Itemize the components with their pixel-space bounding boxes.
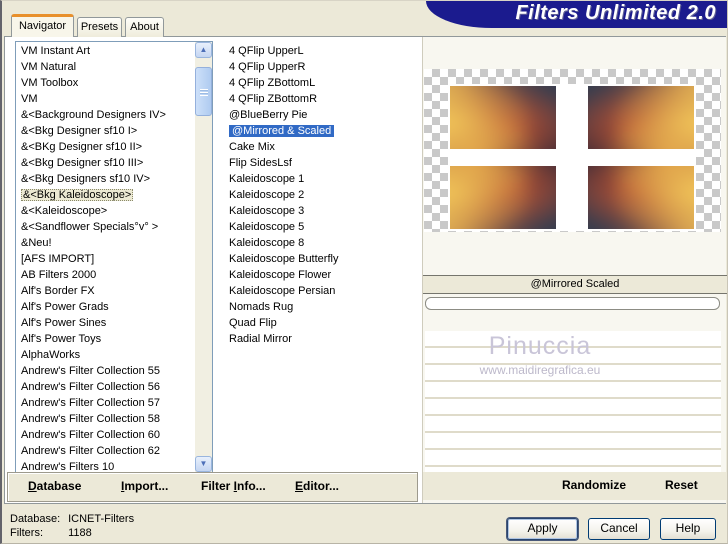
preview-tile-top-right bbox=[588, 86, 694, 149]
tab-navigator[interactable]: Navigator bbox=[11, 14, 74, 37]
filter-item[interactable]: Kaleidoscope Flower bbox=[220, 267, 417, 283]
category-item[interactable]: Alf's Power Toys bbox=[16, 331, 195, 347]
watermark-name: Pinuccia bbox=[488, 332, 592, 360]
filter-item[interactable]: 4 QFlip ZBottomL bbox=[220, 75, 417, 91]
reset-button[interactable]: Reset bbox=[665, 478, 698, 492]
filter-item[interactable]: Radial Mirror bbox=[220, 331, 417, 347]
category-item[interactable]: VM Natural bbox=[16, 59, 195, 75]
preview-tile-top-left bbox=[450, 86, 556, 149]
category-item[interactable]: VM Toolbox bbox=[16, 75, 195, 91]
category-item[interactable]: AB Filters 2000 bbox=[16, 267, 195, 283]
filter-item[interactable]: 4 QFlip UpperL bbox=[220, 43, 417, 59]
filter-item[interactable]: Kaleidoscope Butterfly bbox=[220, 251, 417, 267]
category-item[interactable]: Andrew's Filter Collection 57 bbox=[16, 395, 195, 411]
preview-checkerboard bbox=[424, 69, 721, 232]
status-database-value: ICNET-Filters bbox=[68, 513, 135, 525]
filter-item[interactable]: 4 QFlip ZBottomR bbox=[220, 91, 417, 107]
scroll-up-icon[interactable]: ▲ bbox=[195, 42, 212, 58]
scrollbar-grip-icon bbox=[200, 89, 208, 96]
tab-presets[interactable]: Presets bbox=[77, 17, 122, 37]
category-item[interactable]: Alf's Power Sines bbox=[16, 315, 195, 331]
preview-actions-row: Randomize Reset bbox=[423, 472, 727, 500]
filter-item[interactable]: @BlueBerry Pie bbox=[220, 107, 417, 123]
category-item[interactable]: Alf's Power Grads bbox=[16, 299, 195, 315]
menu-database-button[interactable]: Database bbox=[28, 479, 81, 493]
filter-item[interactable]: Nomads Rug bbox=[220, 299, 417, 315]
filter-item[interactable]: Kaleidoscope Persian bbox=[220, 283, 417, 299]
title-banner: Filters Unlimited 2.0 bbox=[426, 1, 727, 28]
category-item[interactable]: &<Bkg Designer sf10 III> bbox=[16, 155, 195, 171]
filter-item[interactable]: Kaleidoscope 2 bbox=[220, 187, 417, 203]
category-item[interactable]: Alf's Border FX bbox=[16, 283, 195, 299]
menu-filter-info-button[interactable]: Filter Info... bbox=[201, 479, 266, 493]
window-title: Filters Unlimited 2.0 bbox=[515, 2, 716, 24]
filter-item[interactable]: Quad Flip bbox=[220, 315, 417, 331]
filter-list: 4 QFlip UpperL 4 QFlip UpperR 4 QFlip ZB… bbox=[220, 41, 417, 475]
status-block: Database: ICNET-Filters Filters: 1188 bbox=[10, 512, 134, 540]
progress-bar bbox=[425, 297, 720, 310]
category-item[interactable]: &<Kaleidoscope> bbox=[16, 203, 195, 219]
category-item[interactable]: VM Instant Art bbox=[16, 43, 195, 59]
filter-item[interactable]: 4 QFlip UpperR bbox=[220, 59, 417, 75]
category-item[interactable]: &<Sandflower Specials°v° > bbox=[16, 219, 195, 235]
category-item-selected[interactable]: &<Bkg Kaleidoscope> bbox=[16, 187, 195, 203]
tab-about[interactable]: About bbox=[125, 17, 164, 37]
status-filters-label: Filters: bbox=[10, 527, 43, 539]
category-listbox: VM Instant Art VM Natural VM Toolbox VM … bbox=[15, 41, 213, 473]
help-button[interactable]: Help bbox=[660, 518, 716, 540]
category-scrollbar[interactable]: ▲ ▼ bbox=[195, 42, 212, 472]
cancel-button[interactable]: Cancel bbox=[588, 518, 650, 540]
filter-item[interactable]: Kaleidoscope 8 bbox=[220, 235, 417, 251]
category-item[interactable]: &<Bkg Designers sf10 IV> bbox=[16, 171, 195, 187]
filters-unlimited-dialog: Filters Unlimited 2.0 Navigator Presets … bbox=[0, 0, 728, 544]
scroll-down-icon[interactable]: ▼ bbox=[195, 456, 212, 472]
filter-item[interactable]: Cake Mix bbox=[220, 139, 417, 155]
scrollbar-thumb[interactable] bbox=[195, 67, 212, 116]
watermark-site: www.maidiregrafica.eu bbox=[479, 363, 601, 377]
preview-tile-bottom-left bbox=[450, 166, 556, 229]
category-item[interactable]: [AFS IMPORT] bbox=[16, 251, 195, 267]
status-database-label: Database: bbox=[10, 513, 61, 525]
category-item[interactable]: &Neu! bbox=[16, 235, 195, 251]
watermark: Pinuccia www.maidiregrafica.eu bbox=[425, 332, 655, 377]
parameters-area: Pinuccia www.maidiregrafica.eu bbox=[425, 331, 721, 472]
status-filters-value: 1188 bbox=[68, 527, 92, 539]
category-item[interactable]: AlphaWorks bbox=[16, 347, 195, 363]
category-item[interactable]: &<BKg Designer sf10 II> bbox=[16, 139, 195, 155]
apply-button[interactable]: Apply bbox=[507, 518, 578, 540]
filter-item[interactable]: Kaleidoscope 3 bbox=[220, 203, 417, 219]
preview-tile-bottom-right bbox=[588, 166, 694, 229]
preview-image bbox=[448, 84, 696, 231]
category-item[interactable]: &<Background Designers IV> bbox=[16, 107, 195, 123]
filter-item[interactable]: Flip SidesLsf bbox=[220, 155, 417, 171]
menu-import-button[interactable]: Import... bbox=[121, 479, 168, 493]
category-list: VM Instant Art VM Natural VM Toolbox VM … bbox=[16, 42, 195, 475]
category-item[interactable]: Andrew's Filter Collection 56 bbox=[16, 379, 195, 395]
menu-editor-button[interactable]: Editor... bbox=[295, 479, 339, 493]
filter-item-selected[interactable]: @Mirrored & Scaled bbox=[220, 123, 417, 139]
category-item[interactable]: VM bbox=[16, 91, 195, 107]
category-item[interactable]: Andrew's Filter Collection 58 bbox=[16, 411, 195, 427]
category-item[interactable]: Andrew's Filter Collection 60 bbox=[16, 427, 195, 443]
category-item[interactable]: Andrew's Filter Collection 55 bbox=[16, 363, 195, 379]
randomize-button[interactable]: Randomize bbox=[562, 478, 626, 492]
filter-item[interactable]: Kaleidoscope 1 bbox=[220, 171, 417, 187]
filter-item[interactable]: Kaleidoscope 5 bbox=[220, 219, 417, 235]
category-item[interactable]: &<Bkg Designer sf10 I> bbox=[16, 123, 195, 139]
category-item[interactable]: Andrew's Filter Collection 62 bbox=[16, 443, 195, 459]
preview-pane: @Mirrored Scaled Pinuccia www.maidiregra… bbox=[422, 37, 727, 503]
filter-caption: @Mirrored Scaled bbox=[423, 275, 727, 294]
menu-strip: Database Import... Filter Info... Editor… bbox=[7, 472, 418, 502]
